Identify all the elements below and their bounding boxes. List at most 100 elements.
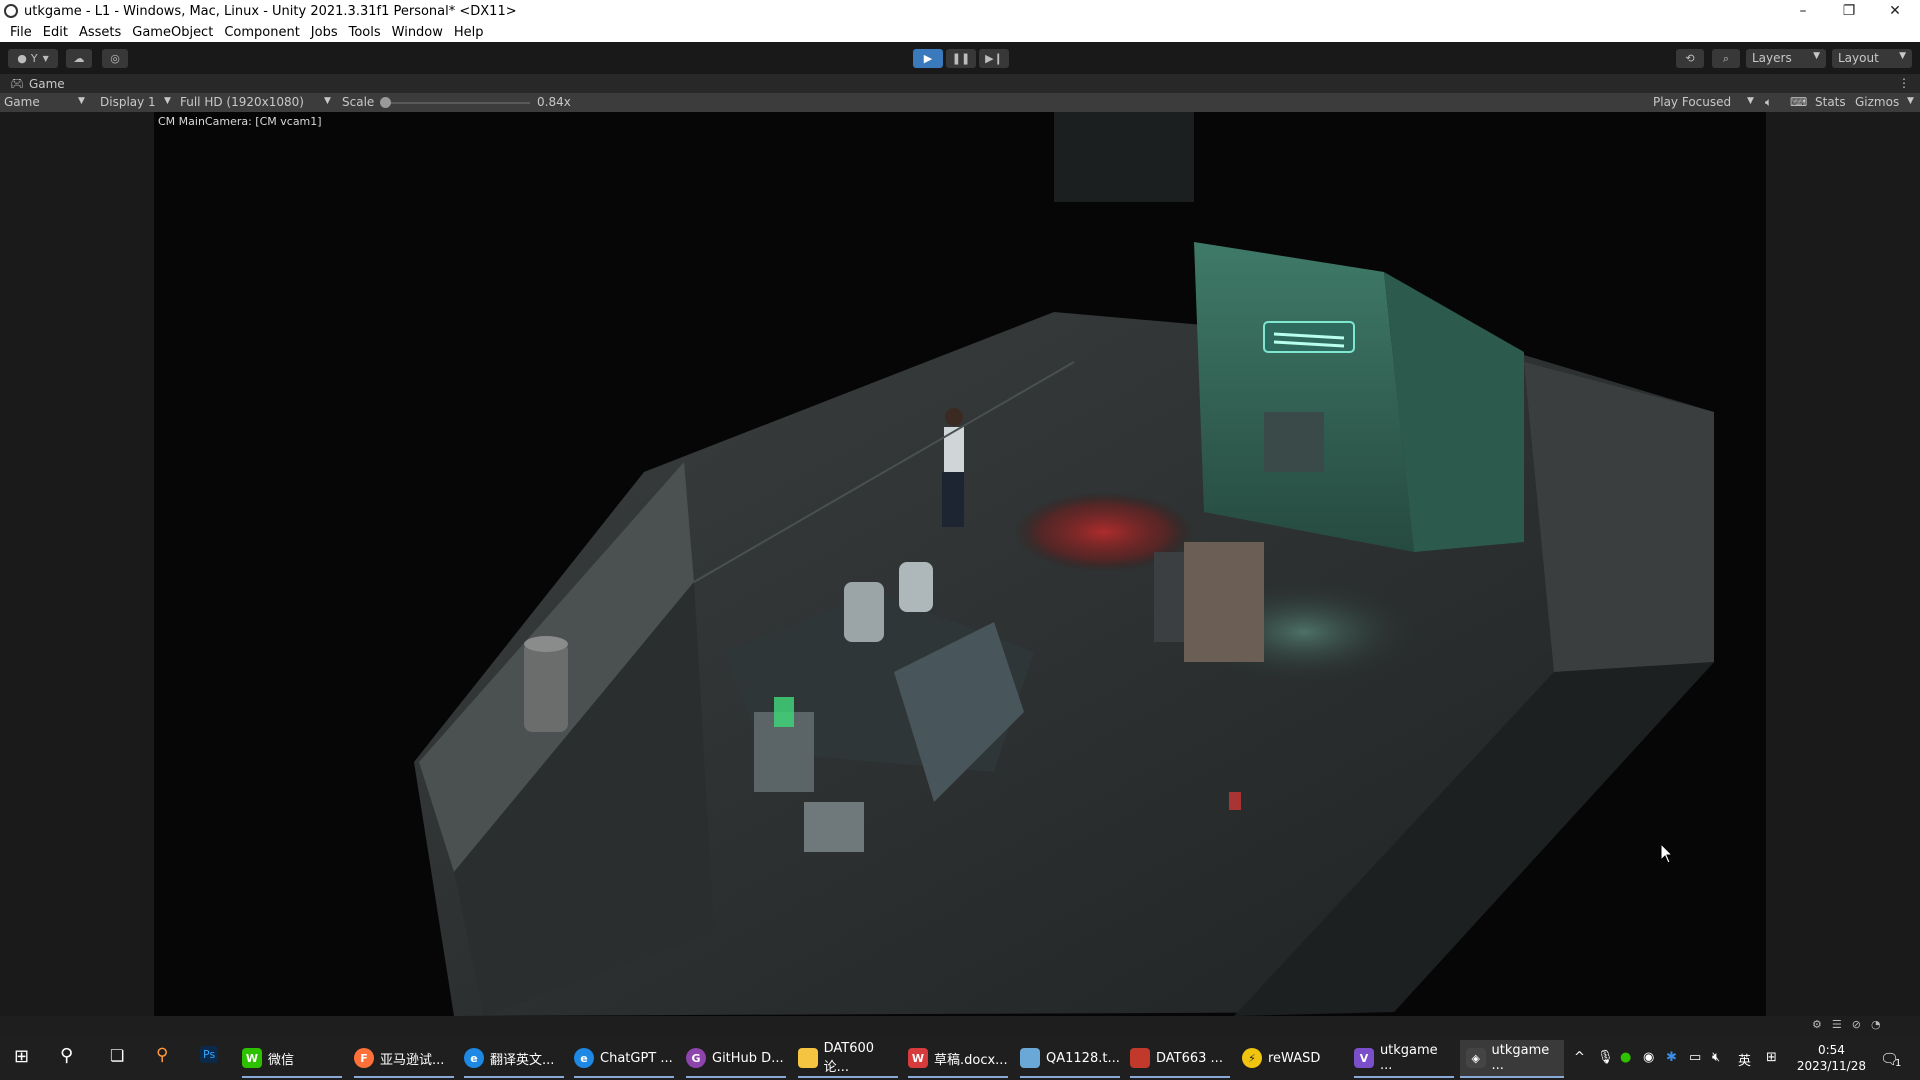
camera-label: CM MainCamera: [CM vcam1] — [158, 115, 322, 128]
menu-help[interactable]: Help — [450, 25, 491, 40]
notification-count: 1 — [1895, 1058, 1902, 1069]
tray-icon-3[interactable]: ⊘ — [1852, 1018, 1861, 1036]
cloud-icon: ☁ — [73, 52, 85, 65]
task-view-icon[interactable]: ❏ — [110, 1046, 124, 1065]
step-button[interactable]: ▶❙ — [979, 49, 1009, 68]
player-character — [944, 427, 964, 472]
history-icon: ⟲ — [1685, 52, 1695, 65]
folder-icon — [798, 1048, 818, 1068]
menu-tools[interactable]: Tools — [345, 25, 388, 40]
everything-search-icon[interactable]: ⚲ — [156, 1045, 168, 1065]
menu-assets[interactable]: Assets — [75, 25, 128, 40]
system-tray-overflow: ⚙ ☰ ⊘ ◔ — [1812, 1018, 1881, 1036]
taskbar-item-wechat[interactable]: W 微信 — [242, 1040, 342, 1078]
taskbar-item-document[interactable]: DAT663 ... — [1130, 1040, 1230, 1078]
taskbar-item-folder[interactable]: DAT600论... — [798, 1040, 898, 1078]
menu-gameobject[interactable]: GameObject — [128, 25, 220, 40]
clock-time: 0:54 — [1817, 1043, 1845, 1057]
unity-icon — [4, 4, 18, 18]
taskbar-item-visual-studio[interactable]: V utkgame ... — [1354, 1040, 1454, 1078]
menu-component[interactable]: Component — [220, 25, 306, 40]
window-title: utkgame - L1 - Windows, Mac, Linux - Uni… — [24, 3, 517, 19]
scale-slider-handle[interactable] — [380, 97, 391, 108]
resolution-dropdown[interactable]: Full HD (1920x1080) — [180, 95, 304, 109]
game-scene-render — [154, 112, 1766, 1016]
gamepad-icon: 🎮︎ — [10, 77, 24, 90]
pause-button[interactable]: ❚❚ — [946, 49, 976, 68]
scale-value: 0.84x — [537, 95, 571, 109]
taskbar-item-rewasd[interactable]: ⚡ reWASD — [1242, 1040, 1342, 1076]
network-icon[interactable]: ▭ — [1689, 1050, 1701, 1065]
menu-window[interactable]: Window — [388, 25, 450, 40]
display-dropdown[interactable]: Display 1 — [100, 95, 156, 109]
taskbar-item-edge-chatgpt[interactable]: e ChatGPT ... — [574, 1040, 674, 1078]
play-button[interactable]: ▶ — [913, 49, 943, 68]
bluetooth-icon[interactable]: ✱ — [1666, 1050, 1677, 1065]
menu-file[interactable]: File — [6, 25, 39, 40]
firefox-icon: F — [354, 1048, 374, 1068]
game-viewport[interactable]: CM MainCamera: [CM vcam1] — [154, 112, 1766, 1016]
cloud-button[interactable]: ☁ — [66, 49, 92, 68]
keyboard-shortcuts-icon[interactable]: ⌨ — [1790, 95, 1807, 109]
notepad-icon — [1020, 1048, 1040, 1068]
menu-jobs[interactable]: Jobs — [307, 25, 345, 40]
taskbar-item-edge-translate[interactable]: e 翻译英文... — [464, 1040, 564, 1078]
chevron-down-icon: ▼ — [1907, 96, 1914, 106]
minimize-button[interactable]: – — [1780, 0, 1826, 22]
tray-icon-1[interactable]: ⚙ — [1812, 1018, 1822, 1036]
search-button[interactable]: ⌕ — [1712, 49, 1740, 68]
search-icon: ⌕ — [1722, 51, 1730, 65]
layout-dropdown[interactable]: Layout ▼ — [1832, 49, 1912, 68]
mute-audio-icon[interactable]: 🔈︎ — [1765, 95, 1772, 110]
account-icon: ● — [17, 52, 27, 65]
wps-icon: W — [908, 1048, 928, 1068]
chevron-down-icon: ▼ — [1747, 96, 1754, 106]
microphone-icon[interactable]: 🎙︎ — [1597, 1050, 1614, 1065]
barrel — [524, 642, 568, 732]
edge-icon: e — [574, 1048, 594, 1068]
restore-button[interactable]: ❐ — [1826, 0, 1872, 22]
ime-language-indicator[interactable]: 英 — [1738, 1050, 1751, 1069]
chevron-down-icon: ▼ — [164, 96, 171, 106]
chevron-down-icon: ▼ — [78, 96, 85, 106]
gizmos-button[interactable]: Gizmos — [1855, 95, 1899, 109]
taskbar-item-firefox[interactable]: F 亚马逊试... — [354, 1040, 454, 1078]
back-wall-teal — [1194, 242, 1414, 552]
account-dropdown[interactable]: ● Y ▼ — [8, 49, 58, 68]
view-mode-dropdown[interactable]: Game — [4, 95, 40, 109]
taskbar-item-github-desktop[interactable]: G GitHub D... — [686, 1040, 786, 1078]
stats-button[interactable]: Stats — [1815, 95, 1846, 109]
close-button[interactable]: ✕ — [1872, 0, 1918, 22]
chevron-down-icon: ▼ — [324, 96, 331, 106]
scale-slider-track[interactable] — [390, 102, 530, 104]
step-icon: ▶❙ — [985, 52, 1003, 65]
tab-game-label: Game — [28, 76, 65, 91]
more-options-icon[interactable]: ⋮ — [1898, 76, 1910, 90]
photoshop-icon[interactable]: Ps — [200, 1046, 219, 1063]
play-mode-dropdown[interactable]: Play Focused — [1653, 95, 1731, 109]
tab-bar: 🎮︎ Game ⋮ — [0, 74, 1920, 93]
collab-button[interactable]: ◎ — [102, 49, 128, 68]
search-icon[interactable]: ⚲ — [60, 1045, 73, 1066]
tray-icon-4[interactable]: ◔ — [1871, 1018, 1881, 1036]
volume-muted-icon[interactable]: 🔇︎ — [1712, 1050, 1720, 1065]
tab-game[interactable]: 🎮︎ Game — [4, 74, 71, 93]
windows-taskbar: ⊞ ⚲ ❏ ⚲ Ps W 微信 F 亚马逊试... e 翻译英文... e Ch… — [0, 1036, 1920, 1080]
wechat-icon[interactable]: ● — [1620, 1050, 1631, 1065]
taskbar-item-wps[interactable]: W 草稿.docx... — [908, 1040, 1008, 1078]
system-clock[interactable]: 0:54 2023/11/28 — [1797, 1042, 1866, 1074]
account-label: Y — [30, 52, 38, 65]
taskbar-item-unity[interactable]: ◈ utkgame ... — [1460, 1040, 1564, 1078]
chevron-up-icon[interactable]: ^ — [1574, 1050, 1585, 1065]
ime-mode-icon[interactable]: ⊞ — [1766, 1050, 1777, 1065]
taskbar-item-notepad[interactable]: QA1128.t... — [1020, 1040, 1120, 1078]
layers-dropdown[interactable]: Layers ▼ — [1746, 49, 1826, 68]
undo-history-button[interactable]: ⟲ — [1676, 49, 1704, 68]
mouse-cursor-icon — [1660, 843, 1674, 864]
title-bar: utkgame - L1 - Windows, Mac, Linux - Uni… — [0, 0, 1920, 22]
github-desktop-icon: G — [686, 1048, 706, 1068]
menu-edit[interactable]: Edit — [39, 25, 75, 40]
windows-start-icon[interactable]: ⊞ — [14, 1046, 29, 1067]
steam-icon[interactable]: ◉ — [1643, 1050, 1654, 1065]
tray-icon-2[interactable]: ☰ — [1832, 1018, 1842, 1036]
